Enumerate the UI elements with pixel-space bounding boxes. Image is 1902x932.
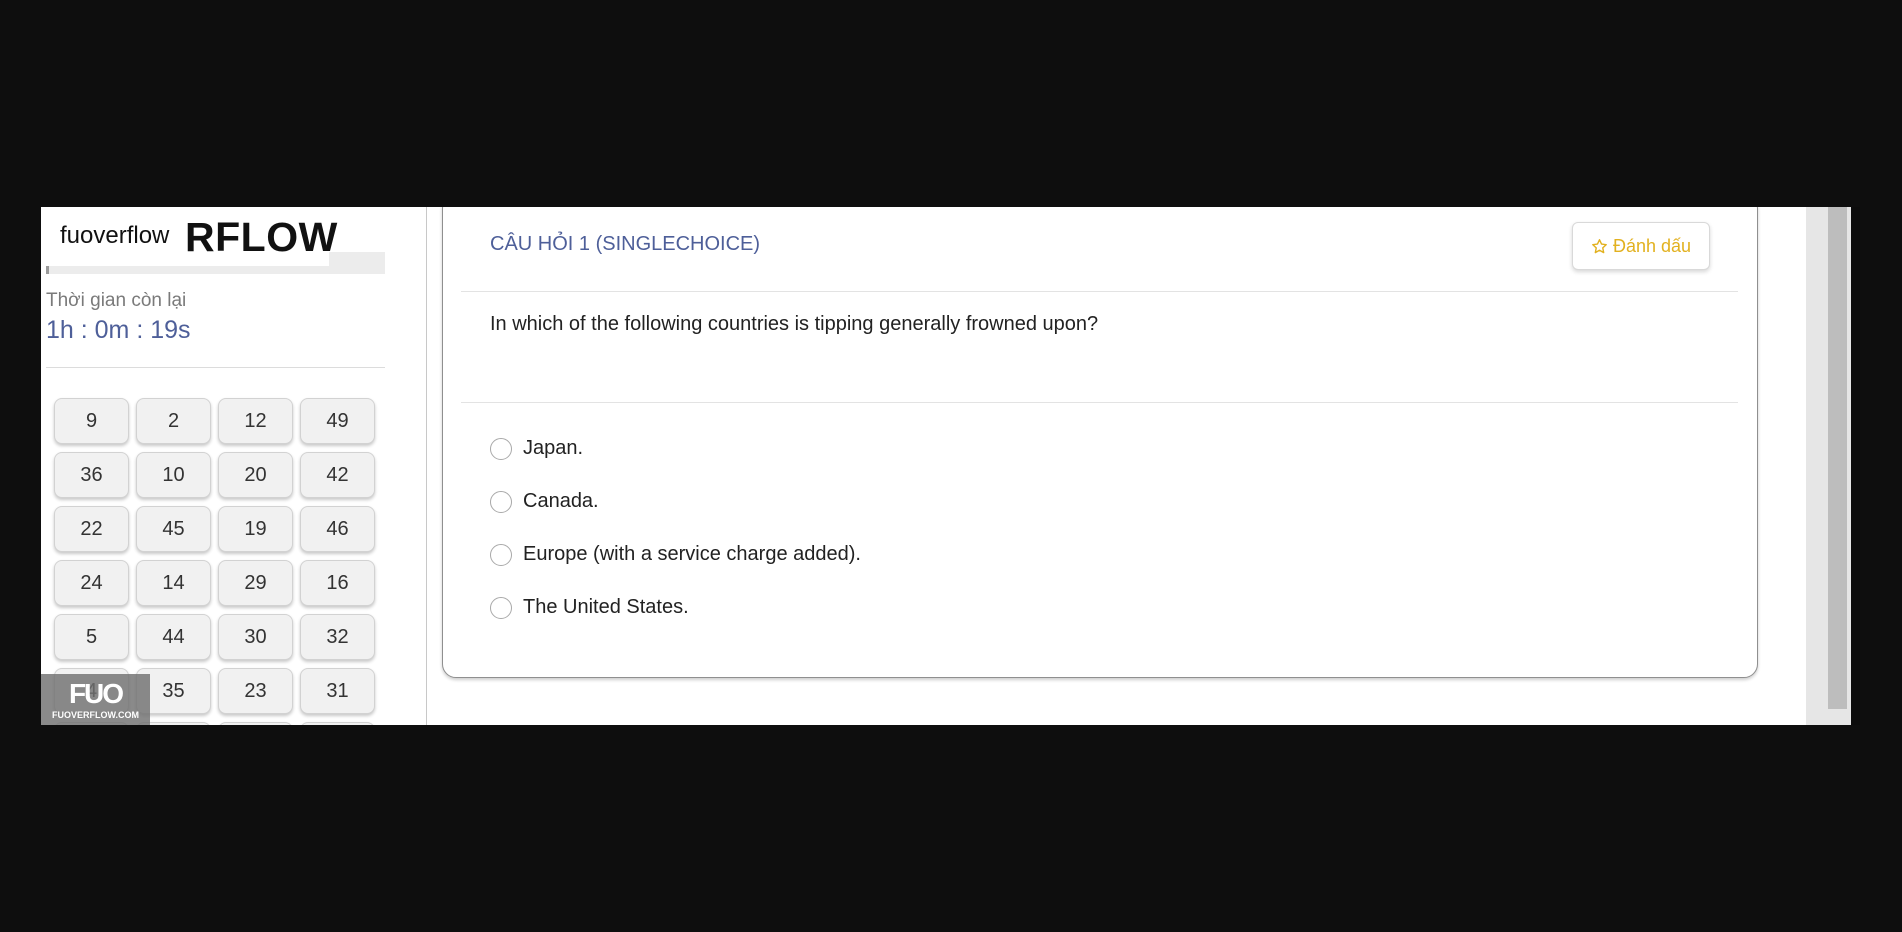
question-nav-button[interactable]: 46 <box>300 506 375 552</box>
question-nav-button[interactable] <box>300 722 375 725</box>
body-divider <box>461 402 1738 403</box>
mark-question-button[interactable]: Đánh dấu <box>1572 222 1710 270</box>
question-nav-button[interactable] <box>218 722 293 725</box>
watermark-logo: FUO FUOVERFLOW.COM <box>41 674 150 725</box>
question-text: In which of the following countries is t… <box>490 313 1099 335</box>
watermark-logo-mark: FUO <box>68 678 124 709</box>
mark-question-label: Đánh dấu <box>1612 235 1692 256</box>
brand-name-small: fuoverflow <box>60 222 170 249</box>
radio-button[interactable] <box>490 543 512 566</box>
question-nav-button[interactable]: 24 <box>54 560 129 606</box>
timer-label: Thời gian còn lại <box>46 290 187 311</box>
star-outline-icon <box>1592 238 1607 253</box>
question-nav-button[interactable]: 5 <box>54 614 129 660</box>
sidebar: fuoverflow RFLOW Thời gian còn lại 1h : … <box>41 207 427 725</box>
question-nav-button[interactable]: 10 <box>136 452 211 498</box>
brand-name-big: RFLOW <box>185 214 338 260</box>
question-nav-button[interactable]: 14 <box>136 560 211 606</box>
question-nav-button[interactable]: 2 <box>136 398 211 444</box>
question-nav-button[interactable]: 36 <box>54 452 129 498</box>
answer-option-label: Canada. <box>523 490 599 512</box>
timer-value: 1h : 0m : 19s <box>46 316 191 344</box>
question-nav-button[interactable]: 49 <box>300 398 375 444</box>
question-nav-button[interactable]: 45 <box>136 506 211 552</box>
brand-logo: fuoverflow RFLOW <box>46 207 337 266</box>
question-nav-button[interactable]: 12 <box>218 398 293 444</box>
scrollbar-thumb[interactable] <box>1828 207 1847 709</box>
question-nav-button[interactable]: 30 <box>218 614 293 660</box>
sidebar-divider <box>46 367 385 368</box>
question-nav-button[interactable]: 20 <box>218 452 293 498</box>
question-nav-button[interactable]: 44 <box>136 614 211 660</box>
question-nav-button[interactable]: 32 <box>300 614 375 660</box>
radio-button[interactable] <box>490 596 512 619</box>
radio-button[interactable] <box>490 490 512 513</box>
question-nav-button[interactable]: 19 <box>218 506 293 552</box>
question-nav-button[interactable]: 31 <box>300 668 375 714</box>
question-title: CÂU HỎI 1 (SINGLECHOICE) <box>490 233 761 255</box>
answer-option-label: The United States. <box>523 596 689 618</box>
main-content: CÂU HỎI 1 (SINGLECHOICE) Đánh dấu In whi… <box>428 207 1810 725</box>
header-divider <box>461 291 1738 292</box>
answer-option[interactable]: The United States. <box>490 581 861 634</box>
question-card: CÂU HỎI 1 (SINGLECHOICE) Đánh dấu In whi… <box>442 207 1758 678</box>
window-edge <box>1851 207 1860 725</box>
answer-option[interactable]: Canada. <box>490 475 861 528</box>
question-nav-button[interactable]: 23 <box>218 668 293 714</box>
question-nav-button[interactable]: 42 <box>300 452 375 498</box>
question-nav-button[interactable]: 16 <box>300 560 375 606</box>
answer-options: Japan. Canada. Europe (with a service ch… <box>490 422 861 634</box>
exam-window: fuoverflow RFLOW Thời gian còn lại 1h : … <box>41 207 1851 725</box>
question-nav-button[interactable]: 9 <box>54 398 129 444</box>
answer-option[interactable]: Europe (with a service charge added). <box>490 528 861 581</box>
answer-option-label: Japan. <box>523 437 584 459</box>
brand-strip-edge <box>46 265 49 274</box>
radio-button[interactable] <box>490 437 512 460</box>
answer-option-label: Europe (with a service charge added). <box>523 543 861 565</box>
watermark-logo-text: FUOVERFLOW.COM <box>52 710 139 720</box>
question-nav-button[interactable]: 22 <box>54 506 129 552</box>
answer-option[interactable]: Japan. <box>490 422 861 475</box>
question-nav-button[interactable]: 29 <box>218 560 293 606</box>
